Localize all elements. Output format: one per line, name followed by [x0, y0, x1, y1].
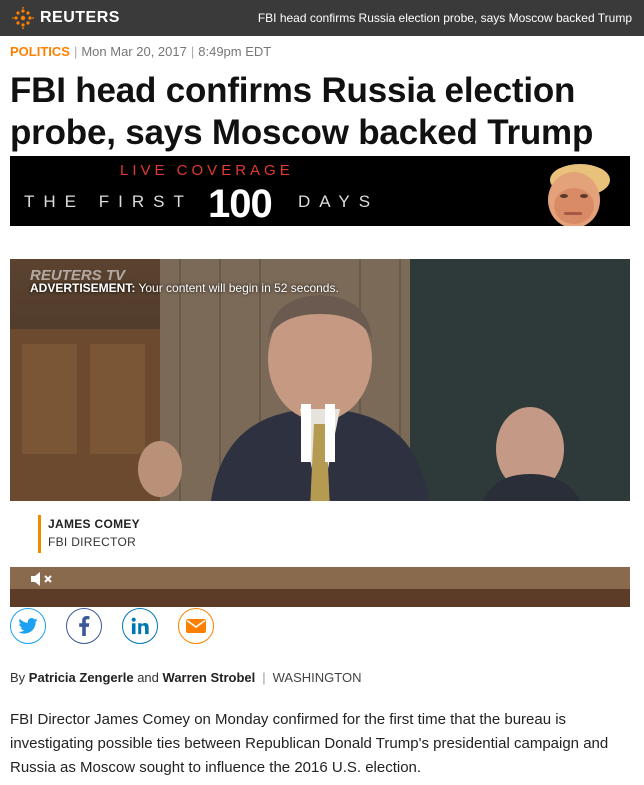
video-player[interactable]: REUTERS TV ADVERTISEMENT: Your content w… [10, 259, 630, 607]
twitter-share-button[interactable] [10, 608, 46, 644]
banner-number: 100 [208, 182, 273, 226]
article-meta: POLITICS | Mon Mar 20, 2017 | 8:49pm EDT [10, 44, 271, 59]
lower-third: JAMES COMEY FBI DIRECTOR [10, 501, 630, 567]
lower-third-name: JAMES COMEY [48, 517, 140, 531]
facebook-share-button[interactable] [66, 608, 102, 644]
author-link[interactable]: Patricia Zengerle [29, 670, 134, 685]
article-date: Mon Mar 20, 2017 [81, 44, 187, 59]
byline: By Patricia Zengerle and Warren Strobel |… [10, 670, 361, 685]
article-lead-paragraph: FBI Director James Comey on Monday confi… [10, 711, 609, 776]
reuters-dot-icon [12, 7, 34, 29]
reuters-logo[interactable]: REUTERS [12, 7, 120, 29]
facebook-f-icon [79, 616, 90, 636]
author-link[interactable]: Warren Strobel [163, 670, 256, 685]
linkedin-share-button[interactable] [122, 608, 158, 644]
byline-and: and [137, 670, 159, 685]
ad-message: Your content will begin in 52 seconds. [135, 281, 339, 295]
dateline-location: WASHINGTON [272, 670, 362, 685]
top-bar: REUTERS FBI head confirms Russia electio… [0, 0, 644, 36]
banner-live-label: LIVE COVERAGE [120, 162, 294, 179]
byline-divider: | [262, 670, 266, 685]
lower-third-role: FBI DIRECTOR [48, 535, 137, 549]
top-headline[interactable]: FBI head confirms Russia election probe,… [258, 11, 632, 25]
pause-icon[interactable] [295, 404, 341, 464]
byline-prefix: By [10, 670, 26, 685]
muted-speaker-icon[interactable] [30, 571, 56, 587]
article-headline: FBI head confirms Russia election probe,… [10, 71, 594, 152]
email-share-button[interactable] [178, 608, 214, 644]
logo-text: REUTERS [40, 9, 120, 26]
linkedin-in-icon [131, 617, 149, 635]
twitter-bird-icon [18, 618, 38, 634]
meta-divider: | [73, 44, 78, 59]
banner-title: THE FIRST [24, 192, 193, 211]
article-time: 8:49pm EDT [198, 44, 272, 59]
section-link[interactable]: POLITICS [10, 44, 70, 59]
banner-days: DAYS [298, 192, 380, 211]
ad-label: ADVERTISEMENT: [30, 281, 136, 295]
banner-portrait-image [528, 158, 620, 226]
envelope-icon [186, 619, 206, 633]
ad-countdown: ADVERTISEMENT: Your content will begin i… [30, 281, 339, 295]
meta-divider: | [190, 44, 195, 59]
lower-third-accent [38, 515, 41, 553]
first-100-days-banner[interactable]: LIVE COVERAGE THE FIRST 100 DAYS [10, 156, 630, 226]
